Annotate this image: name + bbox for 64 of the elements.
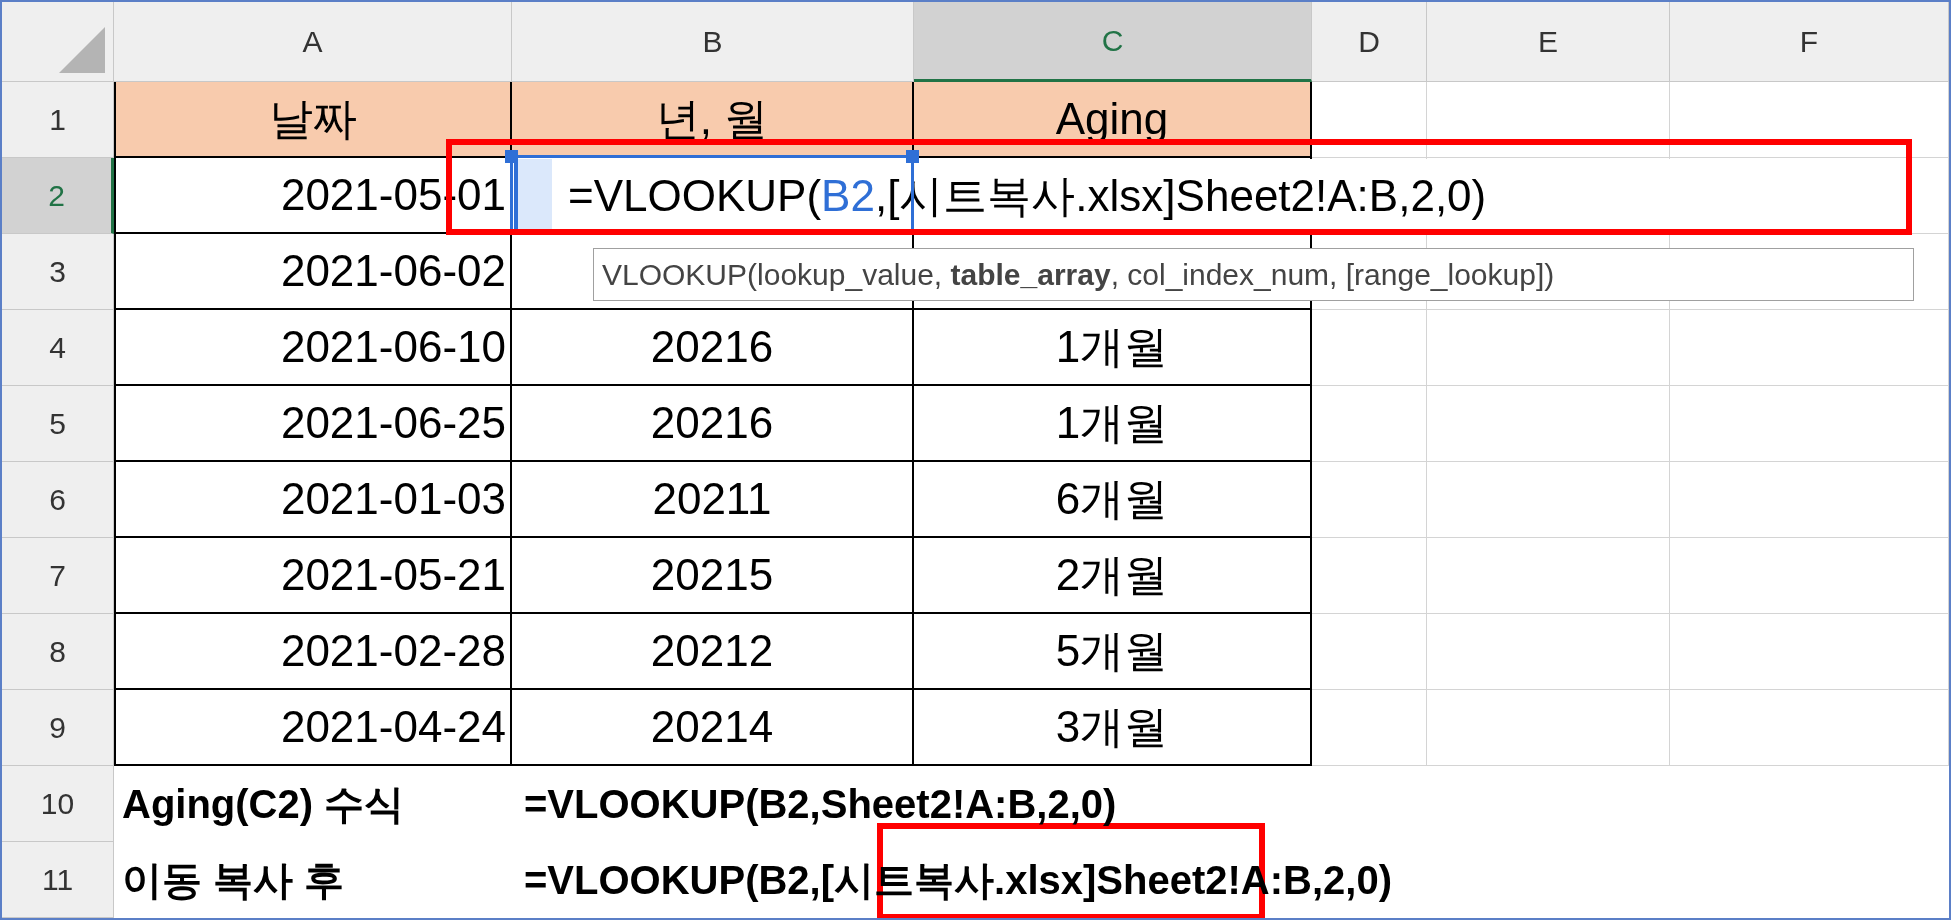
- table-cell-text: 2021-06-02: [279, 249, 507, 293]
- table-cell-text: 20215: [649, 553, 775, 597]
- row-header[interactable]: 7: [2, 538, 114, 614]
- row-header[interactable]: 9: [2, 690, 114, 766]
- function-tooltip: VLOOKUP(lookup_value, table_array, col_index_num, [range_lookup]): [593, 248, 1914, 301]
- empty-cell[interactable]: [1312, 538, 1427, 614]
- table-cell-text: 5개월: [1054, 629, 1170, 673]
- table-cell-text: 20216: [649, 325, 775, 369]
- column-header[interactable]: B: [512, 2, 914, 82]
- empty-cell[interactable]: [1427, 690, 1670, 766]
- table-cell-text: 1개월: [1054, 401, 1170, 445]
- table-cell-text: 2021-02-28: [279, 629, 507, 673]
- empty-cell[interactable]: [1427, 82, 1670, 158]
- formula-text: =VLOOKUP(B2,Sheet2!A:B,2,0): [523, 784, 1117, 824]
- row-header[interactable]: 11: [2, 842, 114, 918]
- empty-cell[interactable]: [1670, 614, 1949, 690]
- row-header[interactable]: 4: [2, 310, 114, 386]
- empty-cell[interactable]: [1312, 310, 1427, 386]
- column-title: 날짜: [268, 97, 358, 141]
- table-cell-text: 3개월: [1054, 705, 1170, 749]
- column-header[interactable]: C: [914, 2, 1312, 82]
- column-title: 년, 월: [654, 97, 770, 141]
- table-cell-text: 20211: [651, 477, 773, 521]
- table-cell-text: 6개월: [1054, 477, 1170, 521]
- table-cell-text: 2021-05-21: [279, 553, 507, 597]
- empty-cell[interactable]: [1312, 386, 1427, 462]
- empty-cell[interactable]: [1312, 690, 1427, 766]
- row-header[interactable]: 1: [2, 82, 114, 158]
- row-header[interactable]: 8: [2, 614, 114, 690]
- empty-cell[interactable]: [1670, 82, 1949, 158]
- table-cell-text: 1개월: [1054, 325, 1170, 369]
- table-cell-text: 2021-04-24: [279, 705, 507, 749]
- triangle-icon: [59, 27, 105, 73]
- empty-cell[interactable]: [1427, 538, 1670, 614]
- table-cell-text: 20212: [649, 629, 775, 673]
- row-header[interactable]: 3: [2, 234, 114, 310]
- table-cell-text: 2개월: [1054, 553, 1170, 597]
- column-header[interactable]: F: [1670, 2, 1949, 82]
- empty-cell[interactable]: [1670, 690, 1949, 766]
- select-all-corner[interactable]: [2, 2, 114, 82]
- table-cell-text: 2021-01-03: [279, 477, 507, 521]
- row-header[interactable]: 10: [2, 766, 114, 842]
- note-label: Aging(C2) 수식: [121, 784, 405, 824]
- table-cell-text: 2021-06-10: [279, 325, 507, 369]
- empty-cell[interactable]: [1427, 462, 1670, 538]
- table-cell-text: 2021-06-25: [279, 401, 507, 445]
- row-header[interactable]: 5: [2, 386, 114, 462]
- empty-cell[interactable]: [1312, 462, 1427, 538]
- empty-cell[interactable]: [1670, 538, 1949, 614]
- table-cell-text: 20214: [649, 705, 775, 749]
- empty-cell[interactable]: [1427, 614, 1670, 690]
- column-header[interactable]: E: [1427, 2, 1670, 82]
- empty-cell[interactable]: [1427, 386, 1670, 462]
- empty-cell[interactable]: [1312, 614, 1427, 690]
- column-header[interactable]: D: [1312, 2, 1427, 82]
- empty-cell[interactable]: [1670, 386, 1949, 462]
- column-header[interactable]: A: [114, 2, 512, 82]
- empty-cell[interactable]: [1670, 310, 1949, 386]
- row-header[interactable]: 2: [2, 158, 114, 234]
- note-label: 이동 복사 후: [121, 860, 345, 900]
- row-header[interactable]: 6: [2, 462, 114, 538]
- table-cell-text: 20216: [649, 401, 775, 445]
- empty-cell[interactable]: [1427, 310, 1670, 386]
- empty-cell[interactable]: [1670, 462, 1949, 538]
